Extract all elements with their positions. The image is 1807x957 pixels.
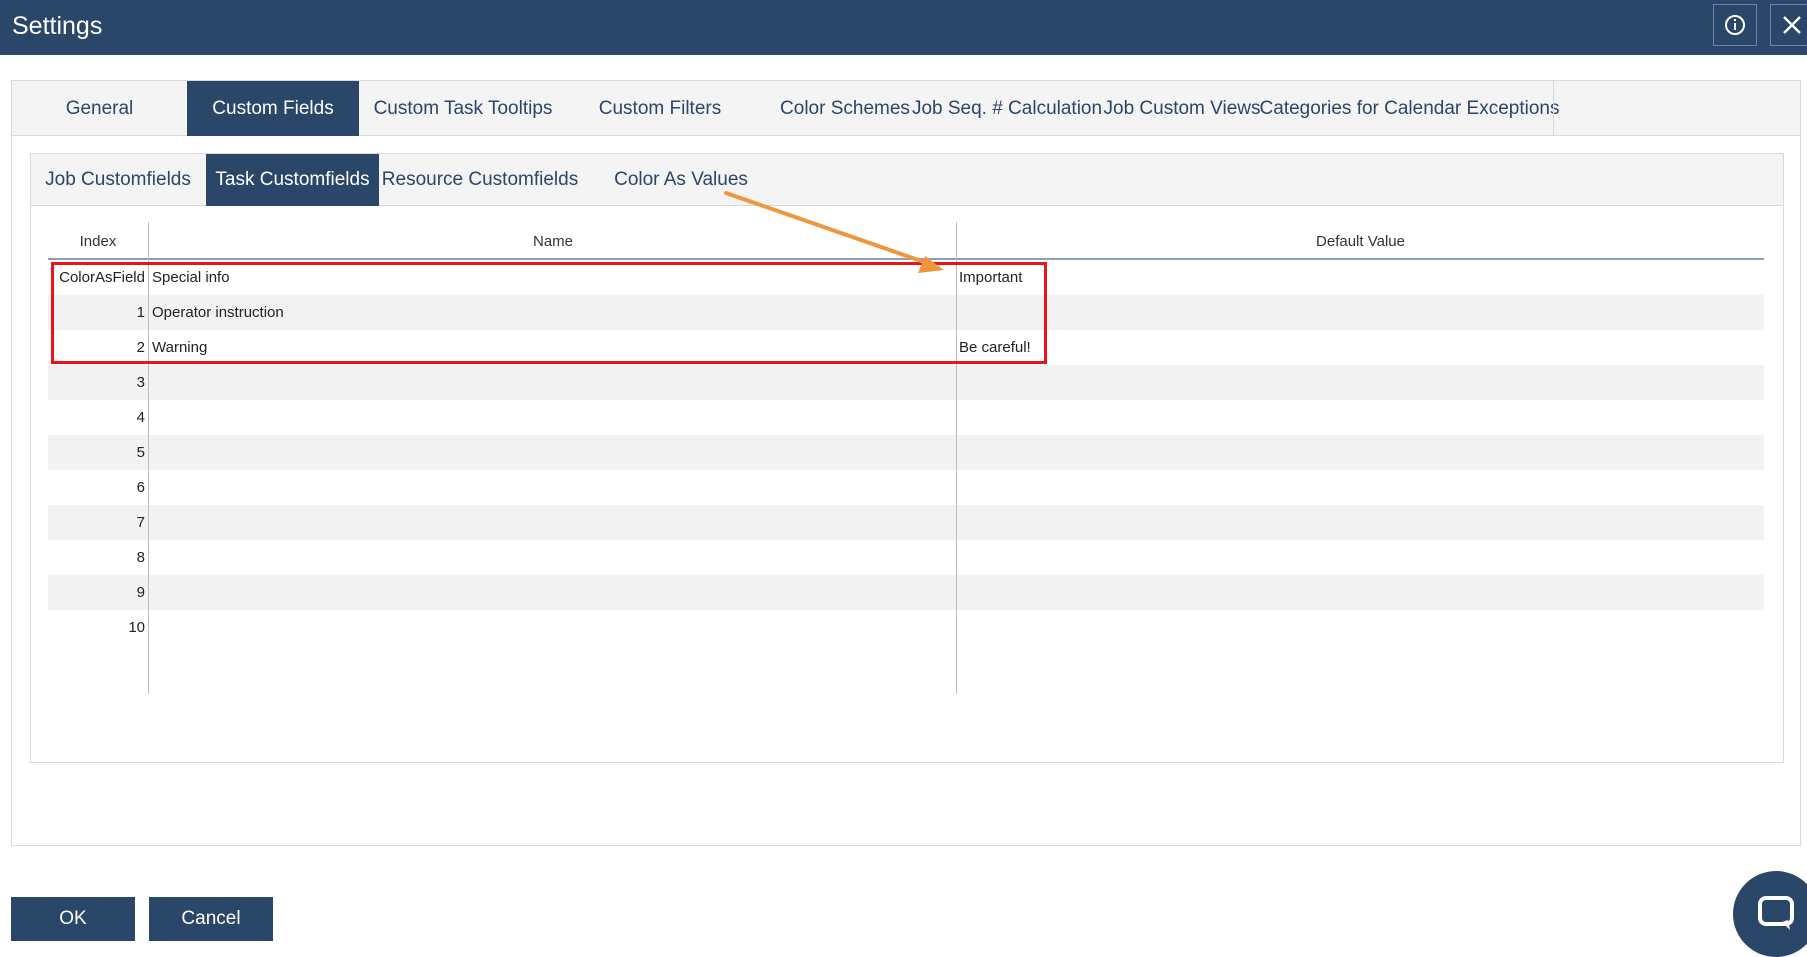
main-tab-bar: General Custom Fields Custom Task Toolti… (12, 81, 1800, 136)
info-button[interactable] (1713, 4, 1757, 46)
column-divider[interactable] (148, 222, 149, 694)
sub-tab-bar: Job Customfields Task Customfields Resou… (31, 154, 1783, 206)
row-name[interactable] (152, 540, 952, 575)
tab-resource-customfields[interactable]: Resource Customfields (380, 154, 580, 206)
row-index: 8 (136, 549, 145, 566)
table-row[interactable]: 5 (48, 435, 1764, 470)
row-name[interactable] (152, 575, 952, 610)
row-index: 1 (136, 304, 145, 321)
row-default-value[interactable] (959, 540, 1759, 575)
table-row[interactable]: 7 (48, 505, 1764, 540)
row-default-value[interactable] (959, 295, 1759, 330)
tab-custom-filters[interactable]: Custom Filters (565, 81, 755, 136)
tab-custom-task-tooltips[interactable]: Custom Task Tooltips (361, 81, 565, 136)
row-name[interactable]: Warning (152, 330, 952, 365)
tab-job-custom-views[interactable]: Job Custom Views (1097, 81, 1267, 136)
chat-bubble-icon (1758, 896, 1794, 930)
tab-task-customfields[interactable]: Task Customfields (206, 154, 379, 206)
close-icon (1783, 16, 1801, 34)
row-name[interactable]: Special info (152, 260, 952, 295)
row-default-value[interactable] (959, 505, 1759, 540)
row-index: 7 (136, 514, 145, 531)
tab-divider (1553, 81, 1554, 136)
grid-header: Index Name Default Value (48, 222, 1764, 260)
column-header-name[interactable]: Name (149, 222, 957, 260)
column-header-default-value[interactable]: Default Value (957, 222, 1764, 260)
window-title: Settings (12, 12, 103, 40)
row-index: 6 (136, 479, 145, 496)
table-row[interactable]: 1 Operator instruction (48, 295, 1764, 330)
row-index: 4 (136, 409, 145, 426)
row-index: ColorAsField (59, 269, 145, 286)
tab-job-seq-calculation[interactable]: Job Seq. # Calculation (899, 81, 1115, 136)
row-index: 9 (136, 584, 145, 601)
row-index: 10 (128, 619, 145, 636)
row-index: 3 (136, 374, 145, 391)
chat-button[interactable] (1733, 871, 1807, 957)
row-default-value[interactable] (959, 470, 1759, 505)
table-row[interactable]: 3 (48, 365, 1764, 400)
row-default-value[interactable]: Important (959, 260, 1759, 295)
tab-job-customfields[interactable]: Job Customfields (31, 154, 205, 206)
table-row[interactable]: 9 (48, 575, 1764, 610)
tab-custom-fields[interactable]: Custom Fields (187, 81, 359, 136)
column-divider[interactable] (956, 222, 957, 694)
row-default-value[interactable] (959, 435, 1759, 470)
table-row[interactable]: ColorAsField Special info Important (48, 260, 1764, 295)
row-default-value[interactable] (959, 365, 1759, 400)
title-bar: Settings (0, 0, 1807, 55)
ok-button[interactable]: OK (11, 897, 135, 941)
close-button[interactable] (1770, 4, 1807, 46)
row-name[interactable] (152, 365, 952, 400)
row-index: 2 (136, 339, 145, 356)
tab-color-as-values[interactable]: Color As Values (591, 154, 771, 206)
row-name[interactable] (152, 610, 952, 645)
info-circle-icon (1725, 15, 1745, 35)
row-default-value[interactable] (959, 610, 1759, 645)
row-name[interactable]: Operator instruction (152, 295, 952, 330)
tab-general[interactable]: General (12, 81, 187, 136)
row-default-value[interactable]: Be careful! (959, 330, 1759, 365)
tab-categories-calendar-exceptions[interactable]: Categories for Calendar Exceptions (1260, 81, 1560, 136)
table-row[interactable]: 2 Warning Be careful! (48, 330, 1764, 365)
row-name[interactable] (152, 505, 952, 540)
row-name[interactable] (152, 470, 952, 505)
row-index: 5 (136, 444, 145, 461)
cancel-button[interactable]: Cancel (149, 897, 273, 941)
table-row[interactable]: 10 (48, 610, 1764, 645)
column-header-index[interactable]: Index (48, 222, 148, 260)
row-name[interactable] (152, 400, 952, 435)
row-default-value[interactable] (959, 575, 1759, 610)
row-name[interactable] (152, 435, 952, 470)
row-default-value[interactable] (959, 400, 1759, 435)
table-row[interactable]: 4 (48, 400, 1764, 435)
table-row[interactable]: 6 (48, 470, 1764, 505)
table-row[interactable]: 8 (48, 540, 1764, 575)
